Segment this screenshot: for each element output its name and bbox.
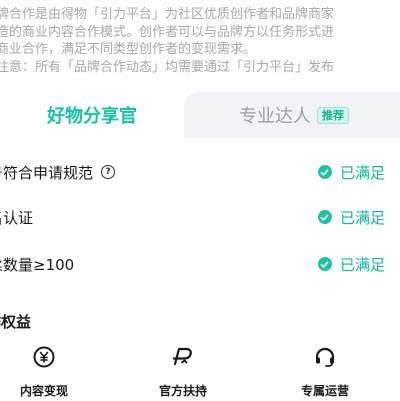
intro-text: 牌合作是由得物「引力平台」为社区优质创作者和品牌商家 造的商业内容合作模式。创作… bbox=[0, 6, 400, 76]
requirement-status-text: 已满足 bbox=[339, 163, 385, 182]
requirement-text: 名认证 bbox=[0, 208, 34, 227]
tab-good-stuff-sharer-label: 好物分享官 bbox=[47, 106, 137, 127]
benefit-label: 专属运营 bbox=[300, 384, 349, 398]
benefit-label: 内容变现 bbox=[19, 384, 68, 398]
requirement-row-account-spec: 号符合申请规范 ? 已满足 bbox=[0, 157, 400, 187]
tab-professional-creator-label: 专业达人 bbox=[239, 106, 311, 127]
benefits-list: 内容变现 官方扶持 专属运营 bbox=[0, 345, 400, 401]
benefits-section-title: 作权益 bbox=[0, 313, 32, 331]
requirement-label: 号符合申请规范 ? bbox=[0, 162, 116, 183]
requirement-status-text: 已满足 bbox=[339, 208, 385, 227]
check-circle-icon bbox=[317, 210, 332, 224]
requirement-label: 名认证 bbox=[0, 207, 33, 228]
requirement-status: 已满足 bbox=[317, 162, 385, 183]
benefit-official-support[interactable]: 官方扶持 bbox=[133, 345, 233, 399]
brand-cooperation-page: 牌合作是由得物「引力平台」为社区优质创作者和品牌商家 造的商业内容合作模式。创作… bbox=[0, 0, 400, 401]
headset-icon bbox=[315, 347, 335, 367]
benefit-content-monetization[interactable]: 内容变现 bbox=[0, 345, 94, 399]
requirement-row-followers: 丝数量≥100 已满足 bbox=[0, 249, 400, 279]
benefit-label: 官方扶持 bbox=[158, 384, 207, 398]
intro-line-4: 注意：所有「品牌合作动态」均需要通过「引力平台」发布 bbox=[0, 59, 335, 75]
benefit-dedicated-operation[interactable]: 专属运营 bbox=[275, 345, 375, 399]
requirement-row-real-name: 名认证 已满足 bbox=[0, 202, 400, 232]
requirement-text: 丝数量≥100 bbox=[0, 255, 75, 274]
tab-professional-creator[interactable]: 专业达人 推荐 bbox=[184, 92, 400, 138]
check-circle-icon bbox=[317, 165, 332, 179]
requirement-status-text: 已满足 bbox=[339, 255, 385, 274]
recommended-badge: 推荐 bbox=[317, 106, 349, 124]
requirement-label: 丝数量≥100 bbox=[0, 254, 74, 275]
intro-line-3: 商业合作，满足不同类型创作者的变现需求。 bbox=[0, 42, 257, 57]
requirement-text: 号符合申请规范 bbox=[0, 163, 94, 182]
check-circle-icon bbox=[317, 257, 332, 271]
boost-p-icon bbox=[172, 347, 192, 366]
creator-type-tabs: 好物分享官 专业达人 推荐 bbox=[0, 92, 400, 138]
requirement-status: 已满足 bbox=[317, 207, 385, 228]
intro-line-2: 造的商业内容合作模式。创作者可以与品牌方以任务形式进 bbox=[0, 24, 335, 40]
question-help-icon[interactable]: ? bbox=[101, 165, 116, 179]
tab-good-stuff-sharer[interactable]: 好物分享官 bbox=[0, 92, 184, 138]
yen-circle-icon bbox=[33, 346, 55, 368]
intro-line-1: 牌合作是由得物「引力平台」为社区优质创作者和品牌商家 bbox=[0, 7, 335, 22]
requirement-status: 已满足 bbox=[317, 254, 385, 275]
